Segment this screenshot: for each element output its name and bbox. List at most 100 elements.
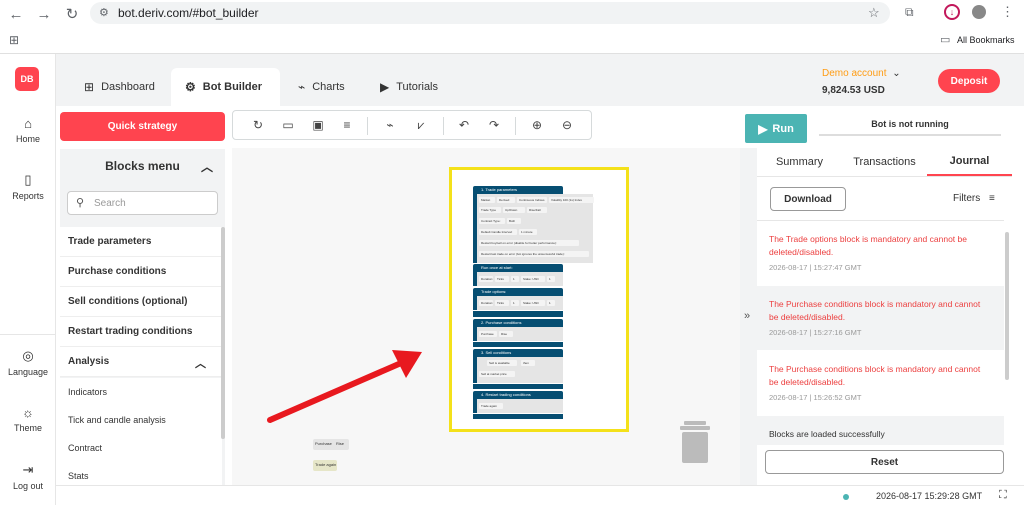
blocks-scrollbar[interactable] [221,227,225,439]
tab-tutorials[interactable]: ▶ Tutorials [366,68,452,106]
rail-home-label: Home [15,134,40,144]
block-run-once-header[interactable]: Run once at start: [473,264,563,272]
chevron-up-icon[interactable]: ︿ [201,158,213,175]
select-risefall[interactable]: Rise/Fall [527,207,547,213]
block-restart-trading-header[interactable]: 4. Restart trading conditions [473,391,563,399]
rail-home[interactable]: ⌂ Home [0,116,56,144]
block-restart-trading-body[interactable]: Trade again [473,399,563,413]
logout-icon: ⇥ [22,462,34,477]
select-one-minute[interactable]: 1 minute [519,229,537,235]
block-trade-parameters-body[interactable]: Market Derived Continuous Indices Volati… [473,194,594,263]
reload-icon[interactable]: ↻ [58,2,86,26]
profile-avatar[interactable] [972,5,986,19]
block-trade-parameters-header[interactable]: 1. Trade parameters [473,186,563,194]
select-ticks[interactable]: Ticks [495,300,509,306]
block-sell-conditions-body[interactable]: Sell is available then Sell at market pr… [473,357,563,383]
zoom-in-icon[interactable]: ⊕ [529,117,545,133]
rail-logout[interactable]: ⇥ Log out [0,462,56,491]
rail-language[interactable]: ◎ Language [0,348,56,377]
save-icon[interactable]: ▣ [310,117,326,133]
rail-theme[interactable]: ☼ Theme [0,405,56,433]
bookmarks-bar: ⊞ ▭ All Bookmarks [0,28,1024,54]
fullscreen-icon[interactable]: ⛶ [999,489,1007,502]
block-category-trade-parameters[interactable]: Trade parameters [60,227,222,257]
tab-bot-builder[interactable]: ⚙ Bot Builder [171,68,280,106]
row-restart-buy-sell: Restart buy/sell on error (disable for b… [479,240,579,246]
account-switcher[interactable]: Demo account ⌄ [822,68,901,79]
quick-strategy-button[interactable]: Quick strategy [60,112,225,141]
tab-transactions[interactable]: Transactions [842,148,927,176]
block-purchase-conditions-header[interactable]: 2. Purchase conditions [473,319,563,327]
chart-icon[interactable]: ⌁ [382,117,398,133]
row-sell-available: Sell is available [487,360,517,366]
reset-workspace-icon[interactable]: ↻ [250,117,266,133]
chevron-up-icon[interactable]: ︿ [195,355,206,371]
stray-purchase-block[interactable]: Purchase Rise [313,439,349,450]
download-indicator-icon[interactable]: ↓ [944,4,960,20]
account-balance: 9,824.53 USD [822,85,885,96]
block-run-once-body[interactable]: Duration: Ticks 1 Stake: USD 1 [473,272,563,286]
block-purchase-conditions-body[interactable]: Purchase Rise [473,327,563,341]
run-button[interactable]: ▶ Run [745,114,807,143]
stray-trade-again-block[interactable]: Trade again [313,460,337,471]
block-category-analysis[interactable]: Analysis ︿ [60,347,222,377]
select-updown[interactable]: Up/Down [503,207,525,213]
analysis-stats[interactable]: Stats [60,462,222,485]
tab-dashboard[interactable]: ⊞ Dashboard [70,68,169,106]
bookmark-star-icon[interactable]: ☆ [868,5,880,21]
select-rise[interactable]: Rise [499,331,513,337]
download-button[interactable]: Download [770,187,846,211]
journal-scrollbar[interactable] [1005,232,1009,380]
row-stake: Stake: USD [521,276,545,282]
browser-menu-icon[interactable]: ⋮ [1001,4,1014,20]
tab-bot-builder-label: Bot Builder [202,81,263,93]
select-ticks[interactable]: Ticks [495,276,509,282]
deposit-button[interactable]: Deposit [938,69,1000,93]
rail-reports[interactable]: ▯ Reports [0,172,56,201]
analysis-contract[interactable]: Contract [60,434,222,462]
analysis-indicators[interactable]: Indicators [60,378,222,406]
select-derived[interactable]: Derived [497,197,515,203]
blocks-search-input[interactable]: ⚲ Search [67,191,218,215]
input-duration-value[interactable]: 1 [511,276,519,282]
block-trade-options-body[interactable]: Duration: Ticks 1 Stake: USD 1 [473,296,563,310]
undo-icon[interactable]: ↶ [456,117,472,133]
input-stake-value[interactable]: 1 [547,300,555,306]
filters-button[interactable]: Filters ≡ [953,193,995,204]
analysis-tick-candle[interactable]: Tick and candle analysis [60,406,222,434]
select-both[interactable]: Both [507,218,521,224]
block-sell-conditions-header[interactable]: 3. Sell conditions [473,349,563,357]
input-duration-value[interactable]: 1 [511,300,519,306]
forward-icon[interactable]: → [30,2,58,26]
import-folder-icon[interactable]: ▭ [280,117,296,133]
redo-icon[interactable]: ↷ [486,117,502,133]
block-category-sell-conditions[interactable]: Sell conditions (optional) [60,287,222,317]
trash-icon[interactable] [680,421,710,463]
zoom-out-icon[interactable]: ⊖ [559,117,575,133]
site-settings-icon[interactable]: ⚙ [99,6,109,19]
block-trade-options-header[interactable]: Trade options: [473,288,563,296]
tab-journal[interactable]: Journal [927,148,1012,176]
all-bookmarks-link[interactable]: All Bookmarks [957,35,1015,45]
back-icon[interactable]: ← [2,2,30,26]
collapse-panel-toggle[interactable]: » [740,148,757,485]
extensions-icon[interactable]: ⧉ [905,5,914,20]
apps-grid-icon[interactable]: ⊞ [9,33,19,47]
select-volatility[interactable]: Volatility 100 (1s) Index [549,197,594,203]
input-stake-value[interactable]: 1 [547,276,555,282]
select-continuous[interactable]: Continuous Indices [517,197,547,203]
deriv-bot-logo[interactable]: DB [15,67,39,91]
blocks-menu-header[interactable]: Blocks menu ︿ [60,149,225,183]
block-category-purchase-conditions[interactable]: Purchase conditions [60,257,222,287]
toolbar-divider [367,117,368,135]
reset-button[interactable]: Reset [765,450,1004,474]
block-category-restart-trading[interactable]: Restart trading conditions [60,317,222,347]
sort-blocks-icon[interactable]: ≡ [339,117,355,133]
stray-purchase-label: Purchase [315,441,332,446]
address-bar[interactable]: ⚙ bot.deriv.com/#bot_builder [90,2,890,24]
blocks-menu-title: Blocks menu [105,159,180,173]
tab-charts[interactable]: ⌁ Charts [284,68,359,106]
trading-view-icon[interactable]: ⩗ [413,117,429,133]
tab-summary[interactable]: Summary [757,148,842,176]
left-rail: DB ⌂ Home ▯ Reports ◎ Language ☼ Theme ⇥… [0,54,56,505]
